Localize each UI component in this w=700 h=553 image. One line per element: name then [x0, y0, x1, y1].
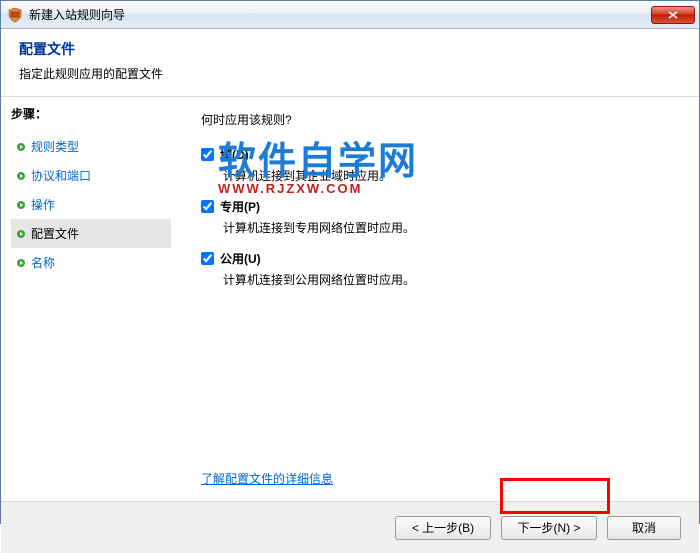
- step-label: 操作: [31, 196, 55, 213]
- body-area: 步骤： 规则类型 协议和端口 操作 配置文件: [1, 97, 699, 501]
- page-title: 配置文件: [19, 39, 681, 59]
- private-checkbox-desc: 计算机连接到专用网络位置时应用。: [223, 219, 679, 236]
- checkbox-row-public: 公用(U): [201, 250, 679, 267]
- back-button[interactable]: < 上一步(B): [395, 516, 491, 540]
- page-subtitle: 指定此规则应用的配置文件: [19, 65, 681, 82]
- step-arrow-icon: [15, 257, 27, 269]
- window-close-button[interactable]: [651, 6, 695, 24]
- public-checkbox-label: 公用(U): [220, 250, 261, 267]
- step-name[interactable]: 名称: [11, 248, 171, 277]
- step-action[interactable]: 操作: [11, 190, 171, 219]
- step-label: 规则类型: [31, 138, 79, 155]
- step-label: 协议和端口: [31, 167, 91, 184]
- learn-more-link[interactable]: 了解配置文件的详细信息: [201, 470, 333, 487]
- header-panel: 配置文件 指定此规则应用的配置文件: [1, 29, 699, 97]
- step-rule-type[interactable]: 规则类型: [11, 132, 171, 161]
- app-icon: [7, 7, 23, 23]
- close-icon: [668, 11, 678, 19]
- step-arrow-icon: [15, 141, 27, 153]
- step-profile[interactable]: 配置文件: [11, 219, 171, 248]
- checkbox-row-private: 专用(P): [201, 198, 679, 215]
- step-arrow-icon: [15, 228, 27, 240]
- step-arrow-icon: [15, 170, 27, 182]
- steps-label: 步骤：: [11, 105, 171, 122]
- content-question: 何时应用该规则?: [201, 111, 679, 128]
- step-label: 名称: [31, 254, 55, 271]
- content-pane: 何时应用该规则? 域(D) 计算机连接到其企业域时应用。 专用(P) 计算机连接…: [181, 97, 699, 501]
- steps-sidebar: 步骤： 规则类型 协议和端口 操作 配置文件: [1, 97, 181, 501]
- step-label: 配置文件: [31, 225, 79, 242]
- footer-buttons: < 上一步(B) 下一步(N) > 取消: [1, 501, 699, 553]
- cancel-button[interactable]: 取消: [607, 516, 681, 540]
- public-checkbox[interactable]: [201, 252, 214, 265]
- titlebar: 新建入站规则向导: [1, 1, 699, 29]
- domain-checkbox[interactable]: [201, 148, 214, 161]
- step-protocol-port[interactable]: 协议和端口: [11, 161, 171, 190]
- step-arrow-icon: [15, 199, 27, 211]
- next-button[interactable]: 下一步(N) >: [501, 516, 597, 540]
- window-title: 新建入站规则向导: [29, 6, 125, 23]
- public-checkbox-desc: 计算机连接到公用网络位置时应用。: [223, 271, 679, 288]
- domain-checkbox-desc: 计算机连接到其企业域时应用。: [223, 167, 679, 184]
- checkbox-row-domain: 域(D): [201, 146, 679, 163]
- private-checkbox[interactable]: [201, 200, 214, 213]
- domain-checkbox-label: 域(D): [220, 146, 249, 163]
- private-checkbox-label: 专用(P): [220, 198, 260, 215]
